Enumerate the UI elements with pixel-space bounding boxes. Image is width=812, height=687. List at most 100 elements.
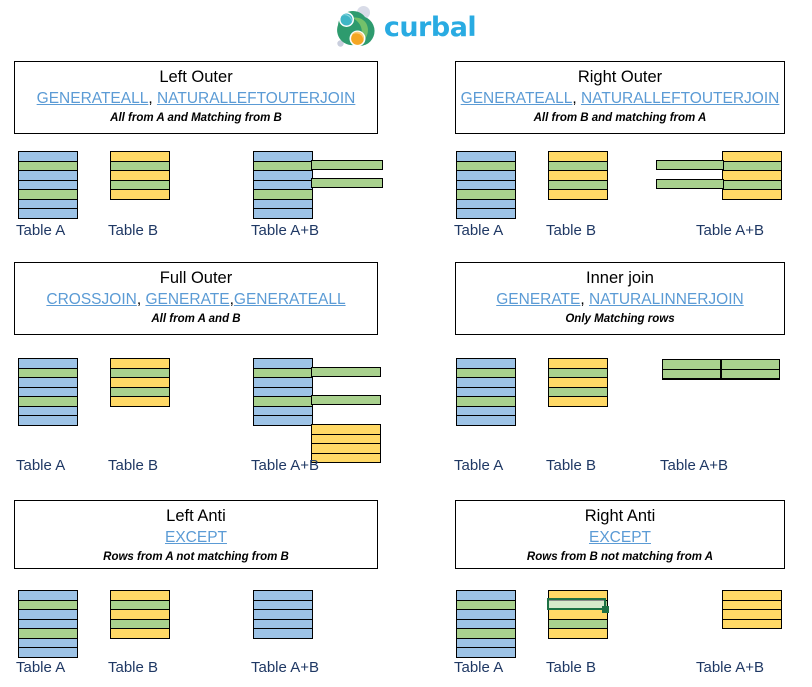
join-panel-inner-join: Inner join GENERATE, NATURALINNERJOIN On… [455, 262, 785, 335]
caption-table-ab: Table A+B [251, 659, 319, 676]
table-row [19, 378, 77, 388]
caption-table-a: Table A [454, 659, 504, 676]
table-row [457, 591, 515, 601]
table-row [723, 591, 781, 601]
table-row [19, 190, 77, 200]
table-ab-extension-row [311, 178, 383, 188]
selection-resize-handle[interactable] [602, 606, 609, 613]
table-row [111, 152, 169, 162]
table-row [549, 152, 607, 162]
brand-header: curbal [0, 0, 812, 54]
table-row [254, 171, 312, 181]
join-description: All from A and B [151, 313, 241, 325]
caption-table-b: Table B [108, 222, 159, 239]
table-row [549, 629, 607, 638]
table-row [457, 171, 515, 181]
table-a-glyph [456, 590, 516, 658]
table-row [549, 171, 607, 181]
table-a-glyph [18, 590, 78, 658]
table-row [457, 600, 515, 611]
table-ab-glyph [253, 151, 313, 219]
table-row [19, 416, 77, 426]
join-panel-left-anti: Left Anti EXCEPT Rows from A not matchin… [14, 500, 378, 569]
table-row [723, 610, 781, 620]
function-link-naturalleftouterjoin[interactable]: NATURALLEFTOUTERJOIN [157, 90, 355, 107]
caption-table-a: Table A [16, 222, 66, 239]
table-row [19, 610, 77, 620]
table-row [111, 161, 169, 172]
table-ab-extension-row [656, 160, 724, 170]
table-row [111, 600, 169, 611]
table-ab-glyph [722, 590, 782, 629]
table-row [19, 180, 77, 191]
join-functions: EXCEPT [456, 527, 784, 549]
join-title: Right Anti [584, 507, 656, 525]
function-link-generateall[interactable]: GENERATEALL [37, 90, 149, 107]
join-panel-right-anti: Right Anti EXCEPT Rows from B not matchi… [455, 500, 785, 569]
table-row [457, 368, 515, 379]
table-b-glyph [548, 151, 608, 200]
join-functions: CROSSJOIN, GENERATE,GENERATEALL [46, 291, 346, 308]
table-row [457, 387, 515, 398]
table-row [254, 368, 312, 379]
join-title: Inner join [586, 269, 654, 287]
table-row [19, 387, 77, 398]
join-description: Rows from A not matching from B [103, 551, 289, 563]
table-row [457, 629, 515, 639]
function-link-except[interactable]: EXCEPT [165, 529, 227, 546]
caption-table-ab: Table A+B [696, 659, 764, 676]
function-link-generateall[interactable]: GENERATEALL [461, 90, 573, 107]
table-ab-glyph [662, 359, 780, 380]
table-row [111, 190, 169, 199]
caption-table-ab: Table A+B [660, 457, 728, 474]
table-row [457, 180, 515, 191]
function-link-naturalleftouterjoin[interactable]: NATURALLEFTOUTERJOIN [581, 90, 779, 107]
table-row [457, 397, 515, 407]
function-link-generateall[interactable]: GENERATEALL [234, 291, 346, 308]
table-row [19, 406, 77, 417]
table-row [254, 209, 312, 219]
table-row [457, 406, 515, 417]
table-ab-extension-row [311, 395, 381, 405]
table-row [111, 629, 169, 638]
join-functions: GENERATEALL, NATURALLEFTOUTERJOIN [460, 90, 780, 107]
table-row [549, 397, 607, 406]
table-row [457, 199, 515, 210]
table-a-glyph [18, 358, 78, 426]
join-description: All from A and Matching from B [110, 112, 282, 124]
table-row [723, 619, 781, 628]
table-row [457, 152, 515, 162]
join-functions: GENERATE, NATURALINNERJOIN [496, 291, 744, 308]
table-row [723, 600, 781, 610]
caption-table-b: Table B [546, 659, 597, 676]
table-row [111, 397, 169, 406]
table-row [254, 199, 312, 210]
curbal-logo-icon [332, 5, 378, 49]
function-link-generate[interactable]: GENERATE [145, 291, 229, 308]
join-functions: GENERATEALL, NATURALLEFTOUTERJOIN [36, 90, 356, 107]
table-ab-glyph [722, 151, 782, 200]
table-row [254, 387, 312, 398]
table-row [111, 368, 169, 379]
function-link-generate[interactable]: GENERATE [496, 291, 580, 308]
table-ab-extension-row [311, 160, 383, 170]
table-row [19, 152, 77, 162]
function-link-naturalinnerjoin[interactable]: NATURALINNERJOIN [589, 291, 744, 308]
caption-table-ab: Table A+B [696, 222, 764, 239]
caption-table-b: Table B [108, 457, 159, 474]
table-row [19, 161, 77, 172]
table-row [312, 453, 380, 462]
table-row [254, 416, 312, 426]
table-row [457, 638, 515, 649]
function-link-except[interactable]: EXCEPT [589, 529, 651, 546]
function-link-crossjoin[interactable]: CROSSJOIN [46, 291, 136, 308]
table-b-glyph [110, 151, 170, 200]
table-ab-glyph [253, 358, 313, 426]
join-functions: EXCEPT [15, 527, 377, 549]
table-ab-extra-block [311, 424, 381, 463]
caption-table-b: Table B [108, 659, 159, 676]
selected-row-highlight[interactable] [547, 598, 606, 610]
table-row [111, 171, 169, 181]
join-description: All from B and matching from A [533, 112, 707, 124]
brand-name: curbal [383, 11, 477, 43]
